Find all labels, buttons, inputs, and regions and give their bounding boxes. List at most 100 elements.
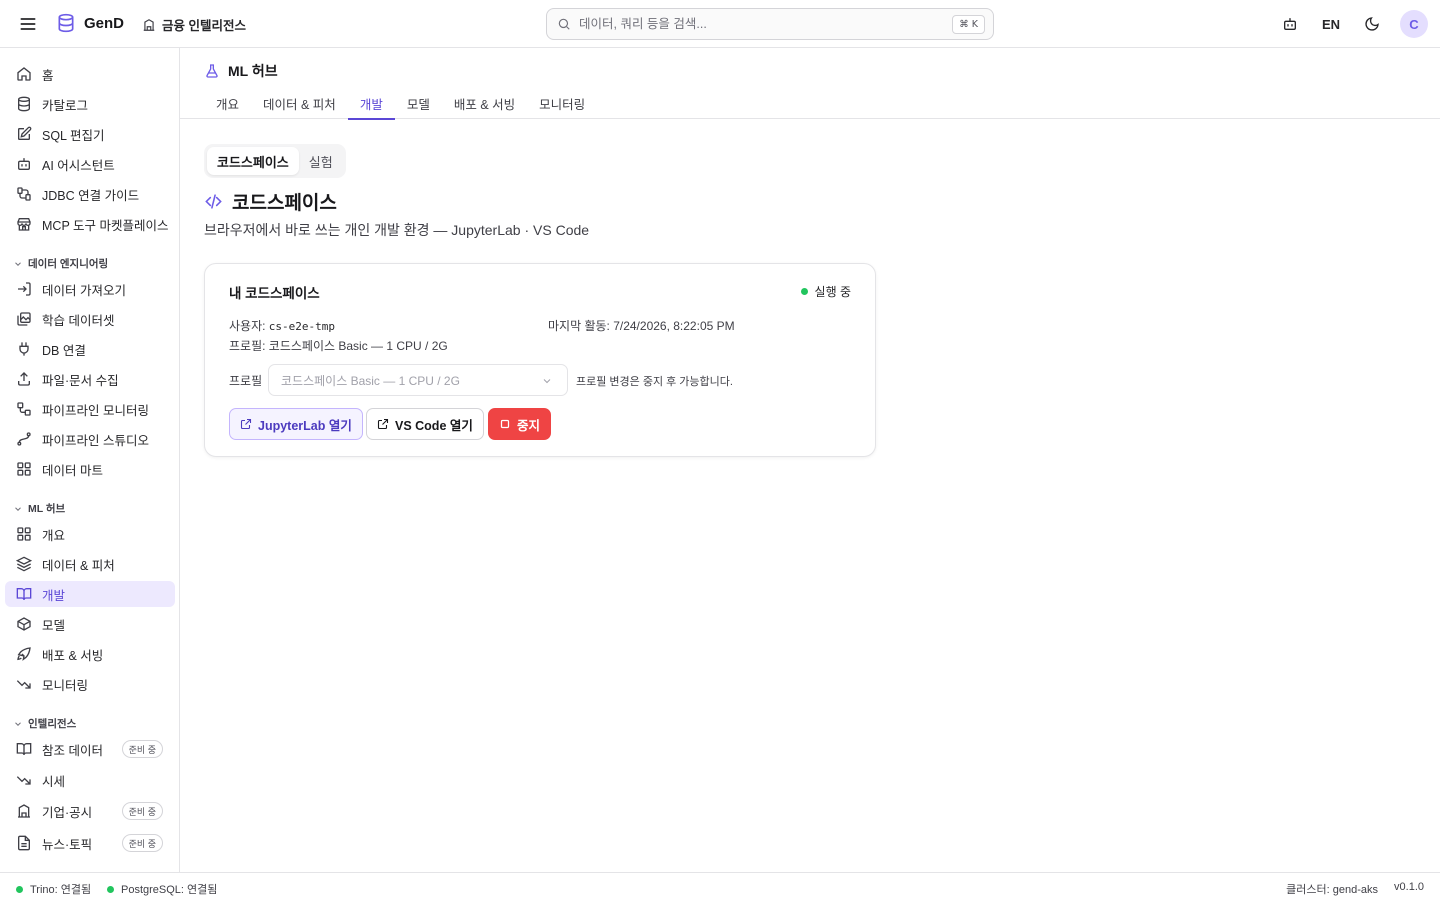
sidebar-item-deploy-serving[interactable]: 배포 & 서빙 <box>5 641 175 667</box>
sidebar-item-label: JDBC 연결 가이드 <box>42 188 140 203</box>
tab-development[interactable]: 개발 <box>347 87 395 120</box>
cluster-name: 클러스터: gend-aks <box>1286 884 1378 896</box>
last-activity: 마지막 활동: 7/24/2026, 8:22:05 PM <box>548 319 735 333</box>
building-icon <box>16 803 32 819</box>
codespace-card: 내 코드스페이스 실행 중 사용자: cs-e2e-tmp 마지막 활동: 7/… <box>204 263 876 457</box>
sidebar-item-label: 홈 <box>42 68 54 83</box>
card-title: 내 코드스페이스 <box>229 286 320 301</box>
user-value: cs-e2e-tmp <box>268 320 336 333</box>
connection-icon <box>16 186 32 202</box>
sidebar-item-home[interactable]: 홈 <box>5 61 175 87</box>
trino-status: Trino: 연결됨 <box>16 881 91 897</box>
moon-icon[interactable] <box>1358 10 1386 38</box>
status-text: 실행 중 <box>814 285 851 299</box>
ml-hub-tabs: 개요 데이터 & 피처 개발 모델 배포 & 서빙 모니터링 <box>204 87 597 120</box>
sidebar-item-label: 뉴스·토픽 <box>42 837 93 852</box>
brand-name: GenD <box>84 14 125 32</box>
status-dot <box>107 885 114 893</box>
section-data-engineering[interactable]: 데이터 엔지니어링 <box>13 256 108 271</box>
code-icon <box>204 192 223 211</box>
sidebar-item-label: 개발 <box>42 588 66 603</box>
section-ml-hub[interactable]: ML 허브 <box>13 501 65 516</box>
coming-soon-badge: 준비 중 <box>121 834 163 852</box>
tab-models[interactable]: 모델 <box>395 87 442 119</box>
file-text-icon <box>16 835 32 851</box>
brand[interactable]: GenD <box>56 13 124 33</box>
sidebar-item-ml-overview[interactable]: 개요 <box>5 521 175 547</box>
layers-icon <box>16 556 32 572</box>
stop-button[interactable]: 중지 <box>488 408 552 440</box>
segment-codespace[interactable]: 코드스페이스 <box>207 147 299 175</box>
tab-overview[interactable]: 개요 <box>204 87 251 119</box>
sidebar-item-label: 파이프라인 스튜디오 <box>42 433 149 448</box>
sidebar-item-ml-monitoring[interactable]: 모니터링 <box>5 671 175 697</box>
sidebar-item-label: DB 연결 <box>42 343 86 358</box>
sidebar-item-jdbc-guide[interactable]: JDBC 연결 가이드 <box>5 181 175 207</box>
images-icon <box>16 311 32 327</box>
sidebar-item-label: 개요 <box>42 528 66 543</box>
open-jupyterlab-button[interactable]: JupyterLab 열기 <box>229 408 363 440</box>
sidebar-item-db-connection[interactable]: DB 연결 <box>5 336 175 362</box>
sidebar-item-news-topics[interactable]: 뉴스·토픽 준비 중 <box>5 830 175 856</box>
sidebar-item-market-prices[interactable]: 시세 <box>5 767 175 793</box>
sidebar: 홈 카탈로그 SQL 편집기 AI 어시스턴트 JDBC 연결 가이드 MCP … <box>0 48 180 872</box>
section-heading: 코드스페이스 <box>204 188 337 215</box>
sidebar-item-training-datasets[interactable]: 학습 데이터셋 <box>5 306 175 332</box>
box-icon <box>16 616 32 632</box>
section-subtitle: 브라우저에서 바로 쓰는 개인 개발 환경 — JupyterLab · VS … <box>204 222 590 238</box>
segment-experiments[interactable]: 실험 <box>299 147 343 175</box>
sidebar-item-label: 배포 & 서빙 <box>42 648 104 663</box>
section-intelligence[interactable]: 인텔리전스 <box>13 716 76 731</box>
sidebar-item-pipeline-studio[interactable]: 파이프라인 스튜디오 <box>5 426 175 452</box>
menu-icon[interactable] <box>18 14 38 34</box>
status-dot <box>16 885 23 893</box>
sidebar-item-label: 학습 데이터셋 <box>42 313 115 328</box>
sidebar-item-catalog[interactable]: 카탈로그 <box>5 91 175 117</box>
sidebar-item-label: 데이터 가져오기 <box>42 283 126 298</box>
language-toggle[interactable]: EN <box>1318 17 1344 32</box>
user-info: 사용자: cs-e2e-tmp <box>229 317 335 334</box>
trino-status-text: Trino: 연결됨 <box>30 884 92 896</box>
sidebar-item-ai-assistant[interactable]: AI 어시스턴트 <box>5 151 175 177</box>
sidebar-item-pipeline-monitoring[interactable]: 파이프라인 모니터링 <box>5 396 175 422</box>
button-label: VS Code 열기 <box>395 418 473 433</box>
user-avatar[interactable]: C <box>1400 10 1428 38</box>
profile-select[interactable]: 코드스페이스 Basic — 1 CPU / 2G <box>268 364 568 396</box>
external-link-icon <box>240 418 252 430</box>
workspace-selector[interactable]: 금융 인텔리전스 <box>142 15 246 34</box>
sidebar-item-mcp-marketplace[interactable]: MCP 도구 마켓플레이스 <box>5 211 175 237</box>
search-shortcut: ⌘ K <box>952 15 985 34</box>
global-search[interactable]: ⌘ K <box>546 8 994 40</box>
sidebar-item-development[interactable]: 개발 <box>5 581 175 607</box>
tab-data-features[interactable]: 데이터 & 피처 <box>251 87 348 119</box>
section-title: ML 허브 <box>28 503 66 515</box>
profile-select-value: 코드스페이스 Basic — 1 CPU / 2G <box>281 373 460 388</box>
tab-monitoring[interactable]: 모니터링 <box>527 87 597 119</box>
sidebar-item-reference-data[interactable]: 참조 데이터 준비 중 <box>5 736 175 762</box>
sidebar-item-data-mart[interactable]: 데이터 마트 <box>5 456 175 482</box>
open-vscode-button[interactable]: VS Code 열기 <box>366 408 484 440</box>
workspace-name: 금융 인텔리전스 <box>162 19 246 33</box>
import-icon <box>16 281 32 297</box>
app-version: v0.1.0 <box>1394 881 1424 893</box>
sidebar-item-data-import[interactable]: 데이터 가져오기 <box>5 276 175 302</box>
sidebar-item-data-features[interactable]: 데이터 & 피처 <box>5 551 175 577</box>
sidebar-item-sql-editor[interactable]: SQL 편집기 <box>5 121 175 147</box>
coming-soon-badge: 준비 중 <box>121 740 163 758</box>
trend-down-icon <box>16 676 32 692</box>
building-icon <box>142 18 156 32</box>
sidebar-item-label: 카탈로그 <box>42 98 89 113</box>
tab-deploy-serving[interactable]: 배포 & 서빙 <box>442 87 527 119</box>
external-link-icon <box>377 418 389 430</box>
sidebar-item-company-disclosure[interactable]: 기업·공시 준비 중 <box>5 798 175 824</box>
sidebar-item-file-ingest[interactable]: 파일·문서 수집 <box>5 366 175 392</box>
coming-soon-badge: 준비 중 <box>121 802 163 820</box>
page-title: ML 허브 <box>204 61 278 81</box>
search-input[interactable] <box>579 17 939 31</box>
ai-bot-icon[interactable] <box>1276 10 1304 38</box>
sidebar-item-label: 파일·문서 수집 <box>42 373 119 388</box>
section-heading-text: 코드스페이스 <box>232 193 337 214</box>
sidebar-item-label: 시세 <box>42 774 66 789</box>
sidebar-item-models[interactable]: 모델 <box>5 611 175 637</box>
postgres-status-text: PostgreSQL: 연결됨 <box>121 884 218 896</box>
